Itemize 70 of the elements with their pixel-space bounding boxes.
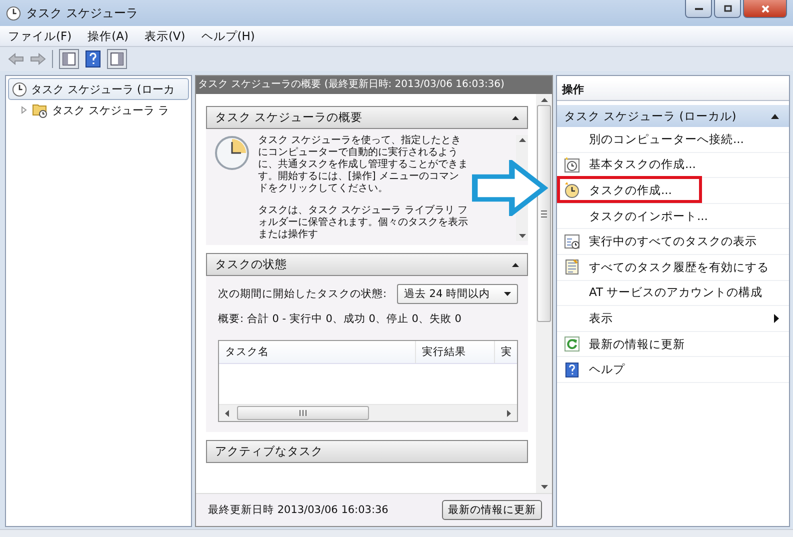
collapse-caret-icon[interactable] bbox=[512, 262, 519, 266]
action-item[interactable]: すべてのタスク履歴を有効にする bbox=[557, 254, 789, 281]
tree-item[interactable]: タスク スケジューラ (ローカ bbox=[8, 78, 189, 100]
column-header[interactable]: 実 bbox=[495, 341, 517, 363]
menu-item[interactable]: 操作(A) bbox=[88, 28, 128, 44]
minimize-icon bbox=[694, 8, 702, 10]
refresh-icon bbox=[564, 336, 580, 352]
menu-item[interactable]: 表示(V) bbox=[144, 28, 186, 44]
actions-group-header[interactable]: タスク スケジューラ (ローカル) bbox=[557, 105, 789, 127]
clock-icon bbox=[214, 135, 250, 171]
scroll-down-icon[interactable] bbox=[540, 485, 548, 489]
description-text: タスク スケジューラを使って、指定したときにコンピューターで自動的に実行されるように、共通タスクを作成し管理することができます。開始するには、[操作] メニューのコマンドをクリックしてください。 bbox=[258, 135, 468, 195]
horizontal-scrollbar[interactable] bbox=[219, 404, 517, 421]
maximize-button[interactable] bbox=[714, 0, 741, 18]
scroll-up-icon[interactable] bbox=[518, 138, 526, 142]
close-button[interactable] bbox=[743, 0, 787, 18]
pane-toggle-icon[interactable] bbox=[59, 49, 79, 69]
document-icon bbox=[564, 259, 580, 276]
menu-item[interactable]: ファイル(F) bbox=[8, 28, 72, 44]
description-text: タスクは、タスク スケジューラ ライブラリ フォルダーに保管されます。個々のタスクを表示または操作す bbox=[258, 205, 468, 241]
action-item[interactable]: 最新の情報に更新 bbox=[557, 332, 789, 358]
help-icon bbox=[565, 362, 579, 378]
action-item[interactable]: ヘルプ bbox=[557, 357, 789, 383]
scroll-left-icon[interactable] bbox=[225, 410, 229, 416]
filter-label: 次の期間に開始したタスクの状態: bbox=[218, 287, 387, 301]
collapse-caret-icon[interactable] bbox=[512, 116, 519, 120]
scroll-up-icon[interactable] bbox=[540, 98, 548, 102]
minimize-button[interactable] bbox=[685, 0, 712, 18]
list-clock-icon bbox=[564, 234, 580, 250]
folder-clock-icon bbox=[32, 102, 48, 118]
pane-toggle-icon[interactable] bbox=[107, 49, 127, 69]
collapse-caret-icon[interactable] bbox=[771, 114, 779, 118]
menu-item[interactable]: ヘルプ(H) bbox=[201, 28, 255, 44]
clock-icon bbox=[564, 182, 580, 198]
period-dropdown[interactable]: 過去 24 時間以内 bbox=[396, 284, 518, 304]
clock-icon bbox=[12, 82, 27, 96]
grip-icon[interactable] bbox=[541, 210, 547, 218]
window-title: タスク スケジューラ bbox=[26, 4, 138, 22]
clock-icon bbox=[6, 6, 21, 20]
action-item[interactable]: 実行中のすべてのタスクの表示 bbox=[557, 229, 789, 255]
dropdown-caret-icon[interactable] bbox=[504, 292, 511, 296]
back-arrow-icon[interactable] bbox=[8, 53, 24, 65]
grip-icon[interactable] bbox=[299, 410, 307, 416]
last-updated-text: 最終更新日時 2013/03/06 16:03:36 bbox=[208, 503, 388, 517]
scroll-down-icon[interactable] bbox=[518, 234, 526, 238]
column-header[interactable]: 実行結果 bbox=[416, 341, 495, 363]
tree-item[interactable]: タスク スケジューラ ラ bbox=[8, 100, 189, 120]
section-header[interactable]: タスク スケジューラの概要 bbox=[206, 106, 528, 129]
calendar-clock-icon bbox=[564, 156, 580, 173]
action-item[interactable]: 別のコンピューターへ接続... bbox=[557, 127, 789, 153]
tree-label: タスク スケジューラ (ローカ bbox=[31, 82, 174, 96]
section-header[interactable]: タスクの状態 bbox=[206, 253, 528, 276]
help-icon[interactable] bbox=[85, 50, 101, 68]
scroll-right-icon[interactable] bbox=[507, 410, 511, 416]
action-item[interactable]: 基本タスクの作成... bbox=[557, 152, 789, 178]
column-header[interactable]: タスク名 bbox=[219, 341, 416, 363]
pane-title: タスク スケジューラの概要 (最終更新日時: 2013/03/06 16:03:36) bbox=[196, 76, 552, 94]
section-header[interactable]: アクティブなタスク bbox=[206, 440, 528, 463]
action-item[interactable]: AT サービスのアカウントの構成 bbox=[557, 280, 789, 306]
action-item[interactable]: タスクの作成... bbox=[557, 178, 789, 204]
expander-icon[interactable] bbox=[20, 106, 28, 114]
action-item[interactable]: タスクのインポート... bbox=[557, 204, 789, 230]
tree-label: タスク スケジューラ ラ bbox=[52, 102, 169, 118]
refresh-button[interactable]: 最新の情報に更新 bbox=[442, 500, 542, 520]
vertical-scrollbar[interactable] bbox=[536, 94, 552, 493]
action-item[interactable]: 表示 bbox=[557, 306, 789, 332]
summary-text: 概要: 合計 0 - 実行中 0、成功 0、停止 0、失敗 0 bbox=[218, 312, 462, 326]
forward-arrow-icon[interactable] bbox=[30, 53, 46, 65]
close-icon bbox=[760, 4, 770, 14]
maximize-icon bbox=[722, 4, 732, 14]
